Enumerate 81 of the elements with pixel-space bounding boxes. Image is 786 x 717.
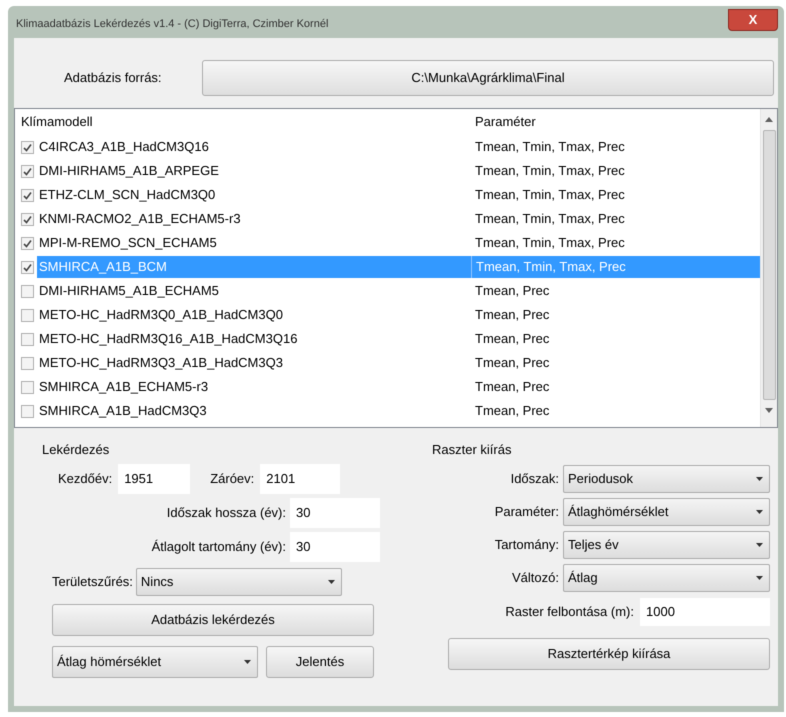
parameter-cell[interactable]: Tmean, Tmin, Tmax, Prec (471, 160, 760, 182)
dropdown[interactable]: Periodusok (563, 464, 770, 492)
input-field[interactable]: 30 (290, 532, 380, 562)
parameter-cell[interactable]: Tmean, Tmin, Tmax, Prec (471, 184, 760, 206)
dropdown[interactable]: Nincs (136, 568, 342, 596)
parameter-cell[interactable]: Tmean, Tmin, Tmax, Prec (471, 232, 760, 254)
model-cell[interactable]: ETHZ-CLM_SCN_HadCM3Q0 (37, 184, 471, 206)
checkbox[interactable] (21, 332, 34, 346)
field-label: Záróev: (210, 470, 254, 488)
group-title: Lekérdezés (42, 441, 110, 459)
caret-icon (328, 580, 335, 584)
model-cell[interactable]: DMI-HIRHAM5_A1B_ARPEGE (37, 160, 471, 182)
column-header[interactable]: Klímamodell (15, 112, 471, 132)
checkbox[interactable] (21, 140, 34, 154)
input-field[interactable]: 1000 (640, 598, 770, 626)
model-cell[interactable]: DMI-HIRHAM5_A1B_ECHAM5 (37, 280, 471, 302)
field-label: Paraméter: (494, 502, 559, 521)
field-label: Változó: (512, 568, 559, 587)
window-title: Klimaadatbázis Lekérdezés v1.4 - (C) DigiTerra, Czimber Kornél (15, 16, 328, 32)
model-cell[interactable]: METO-HC_HadRM3Q16_A1B_HadCM3Q16 (37, 328, 471, 350)
dropdown-value: Nincs (140, 572, 174, 591)
model-cell[interactable]: KNMI-RACMO2_A1B_ECHAM5-r3 (37, 208, 471, 230)
raster-map-button[interactable]: Rasztertérkép kiírása (448, 638, 770, 670)
source-label: Adatbázis forrás: (64, 69, 163, 88)
checkbox[interactable] (21, 356, 34, 370)
dropdown-value: Átlag (568, 568, 598, 587)
dropdown[interactable]: Átlaghömérséklet (563, 498, 770, 526)
field-label: Raster felbontása (m): (505, 602, 634, 621)
dropdown-value: Teljes év (568, 536, 619, 554)
dropdown-value: Átlaghömérséklet (568, 502, 668, 521)
parameter-cell[interactable]: Tmean, Tmin, Tmax, Prec (471, 136, 760, 158)
model-cell[interactable]: SMHIRCA_A1B_HadCM3Q3 (37, 400, 471, 422)
checkbox[interactable] (21, 308, 34, 322)
field-label: Tartomány: (494, 536, 559, 554)
checkbox[interactable] (21, 212, 34, 226)
parameter-cell[interactable]: Tmean, Prec (471, 280, 760, 302)
checkbox[interactable] (21, 284, 34, 298)
dropdown[interactable]: Teljes év (563, 530, 770, 558)
scrollbar[interactable] (760, 109, 777, 427)
group-title: Raszter kiírás (432, 441, 512, 459)
source-path-button[interactable]: C:\Munka\Agrárklima\Final (202, 60, 774, 96)
input-field[interactable]: 1951 (118, 464, 190, 494)
model-cell[interactable]: METO-HC_HadRM3Q0_A1B_HadCM3Q0 (37, 304, 471, 326)
field-label: Időszak: (510, 470, 559, 488)
parameter-cell[interactable]: Tmean, Prec (471, 376, 760, 398)
parameter-cell[interactable]: Tmean, Prec (471, 304, 760, 326)
report-button[interactable]: Jelentés (266, 646, 374, 678)
close-button[interactable]: X (728, 9, 778, 31)
column-header[interactable]: Paraméter (471, 112, 536, 132)
parameter-cell[interactable]: Tmean, Prec (471, 352, 760, 374)
input-field[interactable]: 30 (290, 498, 380, 528)
field-label: Kezdőév: (58, 470, 112, 488)
parameter-cell[interactable]: Tmean, Tmin, Tmax, Prec (471, 208, 760, 230)
model-cell[interactable]: C4IRCA3_A1B_HadCM3Q16 (37, 136, 471, 158)
checkbox[interactable] (21, 404, 34, 418)
checkbox[interactable] (21, 164, 34, 178)
caret-icon (756, 476, 763, 480)
field-label: Időszak hossza (év): (166, 504, 286, 522)
model-cell[interactable]: MPI-M-REMO_SCN_ECHAM5 (37, 232, 471, 254)
parameter-cell[interactable]: Tmean, Prec (471, 328, 760, 350)
checkbox[interactable] (21, 188, 34, 202)
dropdown-value: Periodusok (568, 470, 634, 488)
checkbox[interactable] (21, 260, 34, 274)
query-button[interactable]: Adatbázis lekérdezés (52, 604, 374, 636)
checkbox[interactable] (21, 236, 34, 250)
caret-icon (756, 576, 763, 580)
checkbox[interactable] (21, 380, 34, 394)
dropdown[interactable]: Átlag hömérséklet (52, 646, 258, 678)
field-label: Átlagolt tartomány (év): (152, 538, 286, 556)
field-label: Területszűrés: (52, 572, 133, 591)
caret-icon (244, 660, 251, 664)
caret-icon (756, 542, 763, 546)
parameter-cell[interactable]: Tmean, Prec (471, 400, 760, 422)
dropdown-value: Átlag hömérséklet (57, 652, 162, 671)
scroll-down-icon[interactable] (765, 408, 773, 413)
model-cell[interactable]: METO-HC_HadRM3Q3_A1B_HadCM3Q3 (37, 352, 471, 374)
caret-icon (756, 510, 763, 514)
scroll-up-icon[interactable] (765, 117, 773, 122)
dropdown[interactable]: Átlag (563, 564, 770, 592)
model-cell[interactable]: SMHIRCA_A1B_ECHAM5-r3 (37, 376, 471, 398)
input-field[interactable]: 2101 (260, 464, 340, 494)
